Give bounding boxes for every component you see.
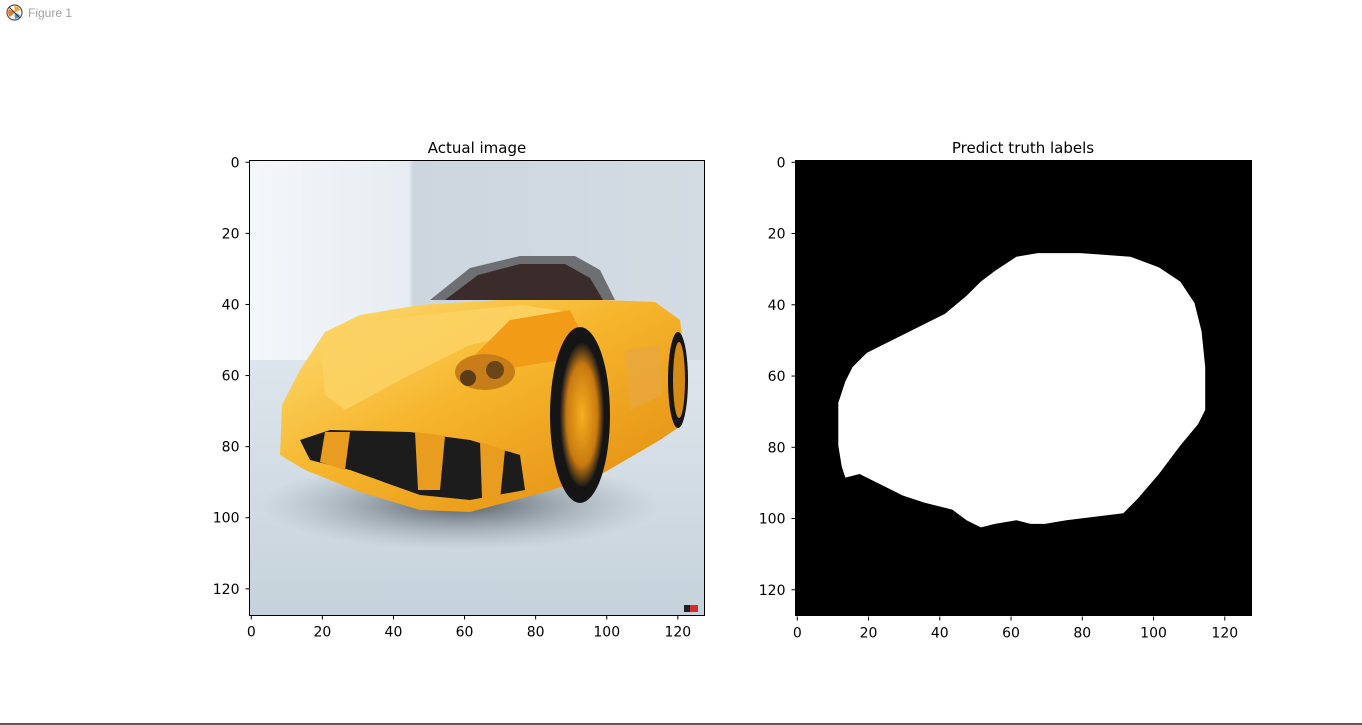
left-ytick-label: 60 [222,369,240,385]
left-xtick-label: 20 [313,625,331,641]
left-xtick-label: 80 [527,625,545,641]
right-ytick-label: 80 [768,440,786,456]
right-ytick-label: 100 [759,512,786,528]
left-y-axis: 0 20 40 60 80 100 120 [213,155,250,598]
right-ytick-label: 120 [759,583,786,599]
right-ytick-label: 60 [768,369,786,385]
right-xtick-label: 0 [793,626,802,642]
left-ytick-label: 0 [231,155,240,171]
right-ytick-label: 20 [768,227,786,243]
left-xtick-label: 120 [664,625,691,641]
right-xtick-label: 120 [1211,626,1238,642]
right-ytick-label: 40 [768,298,786,314]
right-xtick-label: 80 [1073,626,1091,642]
right-plot-title: Predict truth labels [952,139,1094,157]
right-xtick-label: 20 [860,626,878,642]
left-xtick-label: 40 [385,625,403,641]
left-ytick-label: 100 [213,511,240,527]
right-xtick-label: 40 [931,626,949,642]
left-xtick-label: 60 [456,625,474,641]
right-y-axis: 0 20 40 60 80 100 120 [759,155,796,599]
left-ytick-label: 80 [222,440,240,456]
left-ytick-label: 120 [213,582,240,598]
car-photo [249,160,705,616]
left-xtick-label: 100 [593,625,620,641]
figure-canvas: Actual image 0 20 40 60 80 100 120 0 20 40 60 80 10… [213,139,1252,642]
right-xtick-label: 100 [1140,626,1167,642]
left-x-axis: 0 20 40 60 80 100 120 [247,615,691,641]
figure-window: Figure 1 Actual image 0 20 40 60 80 100 … [0,0,1362,725]
actual-image-subplot: Actual image 0 20 40 60 80 100 120 0 20 40 60 80 10… [213,139,705,641]
left-xtick-label: 0 [247,625,256,641]
predicted-mask-subplot: Predict truth labels 0 20 40 60 80 100 120 0 20… [759,139,1252,642]
right-x-axis: 0 20 40 60 80 100 120 [793,616,1238,642]
right-xtick-label: 60 [1002,626,1020,642]
right-ytick-label: 0 [777,155,786,171]
left-ytick-label: 20 [222,226,240,242]
left-plot-title: Actual image [428,139,526,157]
left-ytick-label: 40 [222,297,240,313]
